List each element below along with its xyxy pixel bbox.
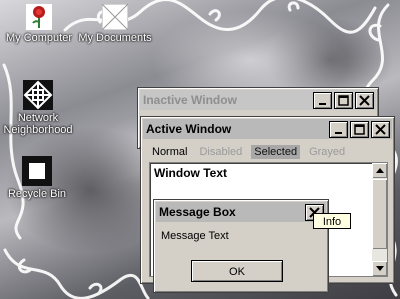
- scroll-up-button[interactable]: [372, 163, 387, 178]
- message-box-title: Message Box: [159, 205, 236, 219]
- menu-item-normal[interactable]: Normal: [149, 145, 190, 159]
- network-neighborhood-icon: [23, 80, 53, 110]
- desktop-icon-my-computer[interactable]: My Computer: [0, 4, 79, 44]
- maximize-icon: [354, 124, 365, 135]
- menu-item-disabled: Disabled: [199, 146, 243, 158]
- desktop: My Computer My Documents Network Neighbo…: [0, 0, 400, 299]
- inactive-window-title: Inactive Window: [143, 93, 237, 107]
- scroll-down-button[interactable]: [372, 261, 387, 276]
- desktop-icon-network-neighborhood[interactable]: Network Neighborhood: [0, 80, 78, 136]
- maximize-button[interactable]: [350, 121, 369, 138]
- scrollbar-thumb[interactable]: [372, 179, 387, 249]
- my-computer-rose-icon: [26, 4, 52, 30]
- active-window-title: Active Window: [146, 122, 232, 136]
- maximize-icon: [338, 95, 349, 106]
- message-box[interactable]: Message Box Message Text OK: [153, 199, 329, 293]
- message-box-titlebar[interactable]: Message Box: [156, 202, 326, 222]
- minimize-icon: [334, 131, 342, 134]
- my-documents-icon: [101, 3, 129, 31]
- menu-bar: Normal Disabled Selected Grayed: [149, 145, 348, 159]
- floral-ornament-bottom: [3, 248, 150, 299]
- menu-item-grayed: Grayed: [309, 146, 346, 158]
- maximize-button[interactable]: [334, 92, 353, 109]
- window-text: Window Text: [154, 166, 227, 180]
- desktop-icon-label: Network Neighborhood: [3, 112, 73, 136]
- message-text: Message Text: [161, 230, 229, 242]
- ok-button[interactable]: OK: [191, 260, 283, 282]
- active-window-titlebar[interactable]: Active Window: [143, 119, 392, 139]
- desktop-icon-label: Recycle Bin: [7, 188, 67, 200]
- desktop-icon-label: My Computer: [5, 32, 73, 44]
- desktop-icon-recycle-bin[interactable]: Recycle Bin: [0, 156, 77, 200]
- tooltip: Info: [313, 213, 351, 229]
- desktop-icon-label: My Documents: [78, 32, 152, 44]
- close-button[interactable]: [371, 121, 390, 138]
- desktop-icon-my-documents[interactable]: My Documents: [75, 3, 155, 44]
- menu-item-selected[interactable]: Selected: [251, 145, 301, 159]
- vertical-scrollbar[interactable]: [372, 163, 387, 276]
- inactive-window-titlebar[interactable]: Inactive Window: [140, 90, 376, 110]
- close-button[interactable]: [355, 92, 374, 109]
- minimize-button[interactable]: [313, 92, 332, 109]
- minimize-icon: [318, 102, 326, 105]
- close-icon: [375, 124, 386, 135]
- recycle-bin-icon: [22, 156, 52, 186]
- arrow-down-icon: [375, 266, 384, 271]
- arrow-up-icon: [375, 168, 384, 173]
- close-icon: [359, 95, 370, 106]
- minimize-button[interactable]: [329, 121, 348, 138]
